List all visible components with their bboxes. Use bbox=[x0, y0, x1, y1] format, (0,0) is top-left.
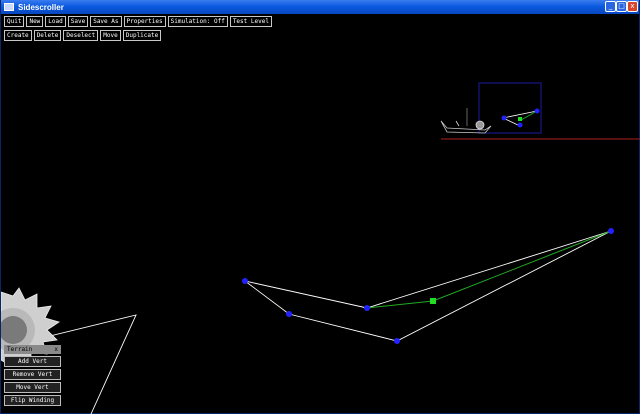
simulation-toggle-button[interactable]: Simulation: Off bbox=[167, 16, 228, 27]
minimap-vertex[interactable] bbox=[534, 108, 540, 114]
move-button[interactable]: Move bbox=[100, 30, 121, 41]
add-vert-button[interactable]: Add Vert bbox=[4, 356, 61, 367]
close-icon[interactable]: x bbox=[54, 346, 58, 353]
minimap-line bbox=[455, 120, 460, 127]
terrain-panel-header[interactable]: Terrain x bbox=[4, 345, 61, 354]
properties-button[interactable]: Properties bbox=[123, 16, 166, 27]
edge-midpoint-handle[interactable] bbox=[430, 298, 436, 304]
terrain-panel-title: Terrain bbox=[7, 346, 33, 353]
test-level-button[interactable]: Test Level bbox=[229, 16, 272, 27]
remove-vert-button[interactable]: Remove Vert bbox=[4, 369, 61, 380]
delete-button[interactable]: Delete bbox=[33, 30, 62, 41]
edit-toolbar: Create Delete Deselect Move Duplicate bbox=[4, 30, 162, 41]
terrain-vertex[interactable] bbox=[364, 305, 370, 311]
create-button[interactable]: Create bbox=[4, 30, 32, 41]
deselect-button[interactable]: Deselect bbox=[63, 30, 99, 41]
minimap-vertex[interactable] bbox=[501, 115, 507, 121]
terrain-vertex[interactable] bbox=[242, 278, 248, 284]
save-button[interactable]: Save bbox=[67, 16, 89, 27]
minimap-midpoint[interactable] bbox=[518, 117, 522, 121]
terrain-polygon[interactable] bbox=[244, 230, 612, 342]
minimap-gear-icon bbox=[475, 120, 485, 130]
load-button[interactable]: Load bbox=[45, 16, 66, 27]
main-toolbar: Quit New Load Save Save As Properties Si… bbox=[4, 16, 272, 27]
terrain-vertex[interactable] bbox=[286, 311, 292, 317]
terrain-vertex[interactable] bbox=[608, 228, 614, 234]
app-window: Sidescroller _ □ x Quit New Load Save Sa… bbox=[0, 0, 640, 414]
terrain-vertex[interactable] bbox=[394, 338, 400, 344]
minimap-selected-line bbox=[502, 110, 538, 119]
selection-box bbox=[478, 82, 542, 134]
flip-winding-button[interactable]: Flip Winding bbox=[4, 395, 61, 406]
move-vert-button[interactable]: Move Vert bbox=[4, 382, 61, 393]
duplicate-button[interactable]: Duplicate bbox=[122, 30, 162, 41]
quit-button[interactable]: Quit bbox=[4, 16, 25, 27]
new-button[interactable]: New bbox=[26, 16, 44, 27]
level-canvas[interactable] bbox=[1, 0, 640, 414]
save-as-button[interactable]: Save As bbox=[90, 16, 122, 27]
minimap-vertex[interactable] bbox=[517, 122, 523, 128]
terrain-panel: Terrain x Add Vert Remove Vert Move Vert… bbox=[4, 345, 61, 406]
